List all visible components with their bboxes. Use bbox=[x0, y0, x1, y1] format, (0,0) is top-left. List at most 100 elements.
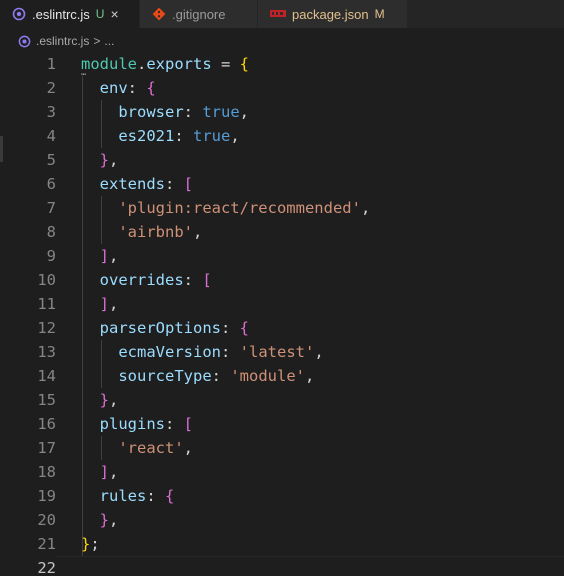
breadcrumb: .eslintrc.js > ... bbox=[0, 30, 564, 52]
code-token: ] bbox=[99, 247, 110, 265]
code-token: , bbox=[183, 439, 193, 457]
tab-label: .gitignore bbox=[172, 6, 226, 22]
code-token: [ bbox=[183, 175, 194, 193]
code-line[interactable]: 9 ], bbox=[0, 244, 564, 268]
code-line[interactable]: 8 'airbnb', bbox=[0, 220, 564, 244]
line-number: 15 bbox=[37, 391, 56, 409]
code-token: } bbox=[99, 391, 110, 409]
code-line[interactable]: 17 'react', bbox=[0, 436, 564, 460]
code-line[interactable]: 13 ecmaVersion: 'latest', bbox=[0, 340, 564, 364]
code-line[interactable]: 5 }, bbox=[0, 148, 564, 172]
code-line[interactable]: 18 ], bbox=[0, 460, 564, 484]
line-number: 1 bbox=[46, 55, 56, 73]
breadcrumb-file[interactable]: .eslintrc.js bbox=[36, 34, 89, 48]
line-number: 9 bbox=[46, 247, 56, 265]
tab-package-json[interactable]: package.json M bbox=[258, 0, 408, 28]
breadcrumb-symbol[interactable]: ... bbox=[104, 34, 114, 48]
code-text: rules: { bbox=[81, 484, 175, 508]
code-token: , bbox=[109, 463, 119, 481]
line-number: 19 bbox=[37, 487, 56, 505]
code-token: : bbox=[127, 79, 147, 97]
code-text: plugins: [ bbox=[81, 412, 193, 436]
code-line[interactable]: 7 'plugin:react/recommended', bbox=[0, 196, 564, 220]
code-line[interactable]: 3 browser: true, bbox=[0, 100, 564, 124]
code-text: ecmaVersion: 'latest', bbox=[81, 340, 323, 364]
line-number: 4 bbox=[46, 127, 56, 145]
tab-eslintrc[interactable]: .eslintrc.js U × bbox=[0, 0, 140, 28]
code-editor[interactable]: ⋯ 1 module.exports = {2 env: {3 browser: … bbox=[0, 52, 564, 576]
code-token: 'latest' bbox=[239, 343, 315, 361]
code-token: true bbox=[202, 103, 240, 121]
code-text: overrides: [ bbox=[81, 268, 212, 292]
code-text: ], bbox=[81, 460, 119, 484]
code-text: es2021: true, bbox=[81, 124, 239, 148]
code-token: { bbox=[165, 487, 175, 505]
tab-gitignore[interactable]: .gitignore bbox=[140, 0, 258, 28]
code-token: , bbox=[304, 367, 315, 385]
code-token: } bbox=[99, 151, 110, 169]
code-line[interactable]: 11 ], bbox=[0, 292, 564, 316]
code-line[interactable]: 20 }, bbox=[0, 508, 564, 532]
code-token: : bbox=[183, 271, 203, 289]
code-token: : bbox=[165, 175, 184, 193]
code-token: browser bbox=[118, 103, 184, 121]
line-number: 18 bbox=[37, 463, 56, 481]
code-token: parserOptions bbox=[99, 319, 221, 337]
code-line[interactable]: 6 extends: [ bbox=[0, 172, 564, 196]
code-token: 'plugin:react/recommended' bbox=[118, 199, 361, 217]
code-line[interactable]: 19 rules: { bbox=[0, 484, 564, 508]
npm-icon bbox=[270, 9, 286, 19]
current-line-highlight bbox=[56, 556, 564, 576]
line-number: 16 bbox=[37, 415, 56, 433]
code-token: : bbox=[211, 367, 231, 385]
code-token: ] bbox=[99, 295, 110, 313]
code-line[interactable]: 4 es2021: true, bbox=[0, 124, 564, 148]
line-number: 13 bbox=[37, 343, 56, 361]
code-line[interactable]: 10 overrides: [ bbox=[0, 268, 564, 292]
eslint-icon bbox=[18, 35, 31, 48]
code-text: 'plugin:react/recommended', bbox=[81, 196, 370, 220]
code-token: , bbox=[239, 103, 249, 121]
code-token: exports bbox=[146, 55, 212, 73]
code-token: , bbox=[109, 511, 119, 529]
line-number: 7 bbox=[46, 199, 56, 217]
modified-badge: M bbox=[374, 7, 385, 21]
code-token: { bbox=[239, 55, 250, 73]
code-token: true bbox=[193, 127, 231, 145]
code-token: 'module' bbox=[230, 367, 305, 385]
code-token: [ bbox=[183, 415, 194, 433]
code-token: { bbox=[239, 319, 250, 337]
code-line[interactable]: 2 env: { bbox=[0, 76, 564, 100]
git-icon bbox=[152, 7, 166, 21]
line-number: 20 bbox=[37, 511, 56, 529]
code-text: }, bbox=[81, 388, 119, 412]
line-number: 8 bbox=[46, 223, 56, 241]
tab-label: .eslintrc.js bbox=[32, 6, 90, 22]
code-token: rules bbox=[99, 487, 147, 505]
code-token: , bbox=[192, 223, 203, 241]
code-token: { bbox=[146, 79, 156, 97]
code-line[interactable]: 16 plugins: [ bbox=[0, 412, 564, 436]
code-token: , bbox=[109, 391, 119, 409]
code-line[interactable]: 1 module.exports = { bbox=[0, 52, 564, 76]
code-line[interactable]: 21}; bbox=[0, 532, 564, 556]
code-line[interactable]: 15 }, bbox=[0, 388, 564, 412]
code-line[interactable]: 22 bbox=[0, 556, 564, 576]
close-icon[interactable]: × bbox=[110, 6, 118, 22]
code-token: module bbox=[81, 55, 137, 73]
code-token: env bbox=[99, 79, 128, 97]
code-token: . bbox=[137, 55, 147, 73]
code-line[interactable]: 12 parserOptions: { bbox=[0, 316, 564, 340]
code-token: , bbox=[109, 295, 119, 313]
code-line[interactable]: 14 sourceType: 'module', bbox=[0, 364, 564, 388]
